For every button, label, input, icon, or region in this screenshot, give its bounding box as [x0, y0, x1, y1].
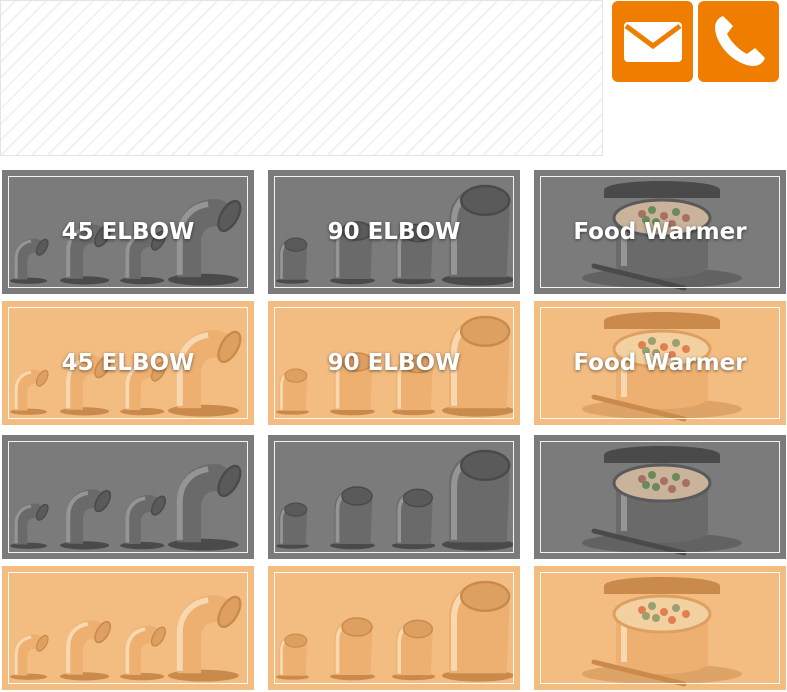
- product-tile-elbow90[interactable]: 90 ELBOW: [268, 301, 520, 425]
- product-tile-warmer[interactable]: [534, 566, 786, 690]
- product-tile-warmer[interactable]: Food Warmer: [534, 170, 786, 294]
- tile-frame: [274, 572, 514, 684]
- tile-caption: Food Warmer: [573, 350, 747, 376]
- phone-icon: [714, 15, 765, 66]
- product-tile-elbow45[interactable]: [2, 435, 254, 559]
- tile-caption: 45 ELBOW: [61, 219, 195, 245]
- envelope-icon: [623, 21, 682, 62]
- product-tile-elbow90[interactable]: [268, 566, 520, 690]
- product-tile-elbow45[interactable]: 45 ELBOW: [2, 170, 254, 294]
- product-tile-warmer[interactable]: [534, 435, 786, 559]
- header-banner: [0, 0, 603, 156]
- tile-caption: Food Warmer: [573, 219, 747, 245]
- product-tile-elbow90[interactable]: 90 ELBOW: [268, 170, 520, 294]
- product-tile-warmer[interactable]: Food Warmer: [534, 301, 786, 425]
- tile-caption: 90 ELBOW: [327, 350, 461, 376]
- email-button[interactable]: [612, 1, 693, 82]
- tile-frame: [540, 441, 780, 553]
- tile-caption: 90 ELBOW: [327, 219, 461, 245]
- tile-frame: [8, 441, 248, 553]
- product-tile-elbow90[interactable]: [268, 435, 520, 559]
- phone-button[interactable]: [698, 1, 779, 82]
- product-tile-elbow45[interactable]: [2, 566, 254, 690]
- product-tile-elbow45[interactable]: 45 ELBOW: [2, 301, 254, 425]
- tile-frame: [274, 441, 514, 553]
- tile-frame: [8, 572, 248, 684]
- tile-frame: [540, 572, 780, 684]
- tile-caption: 45 ELBOW: [61, 350, 195, 376]
